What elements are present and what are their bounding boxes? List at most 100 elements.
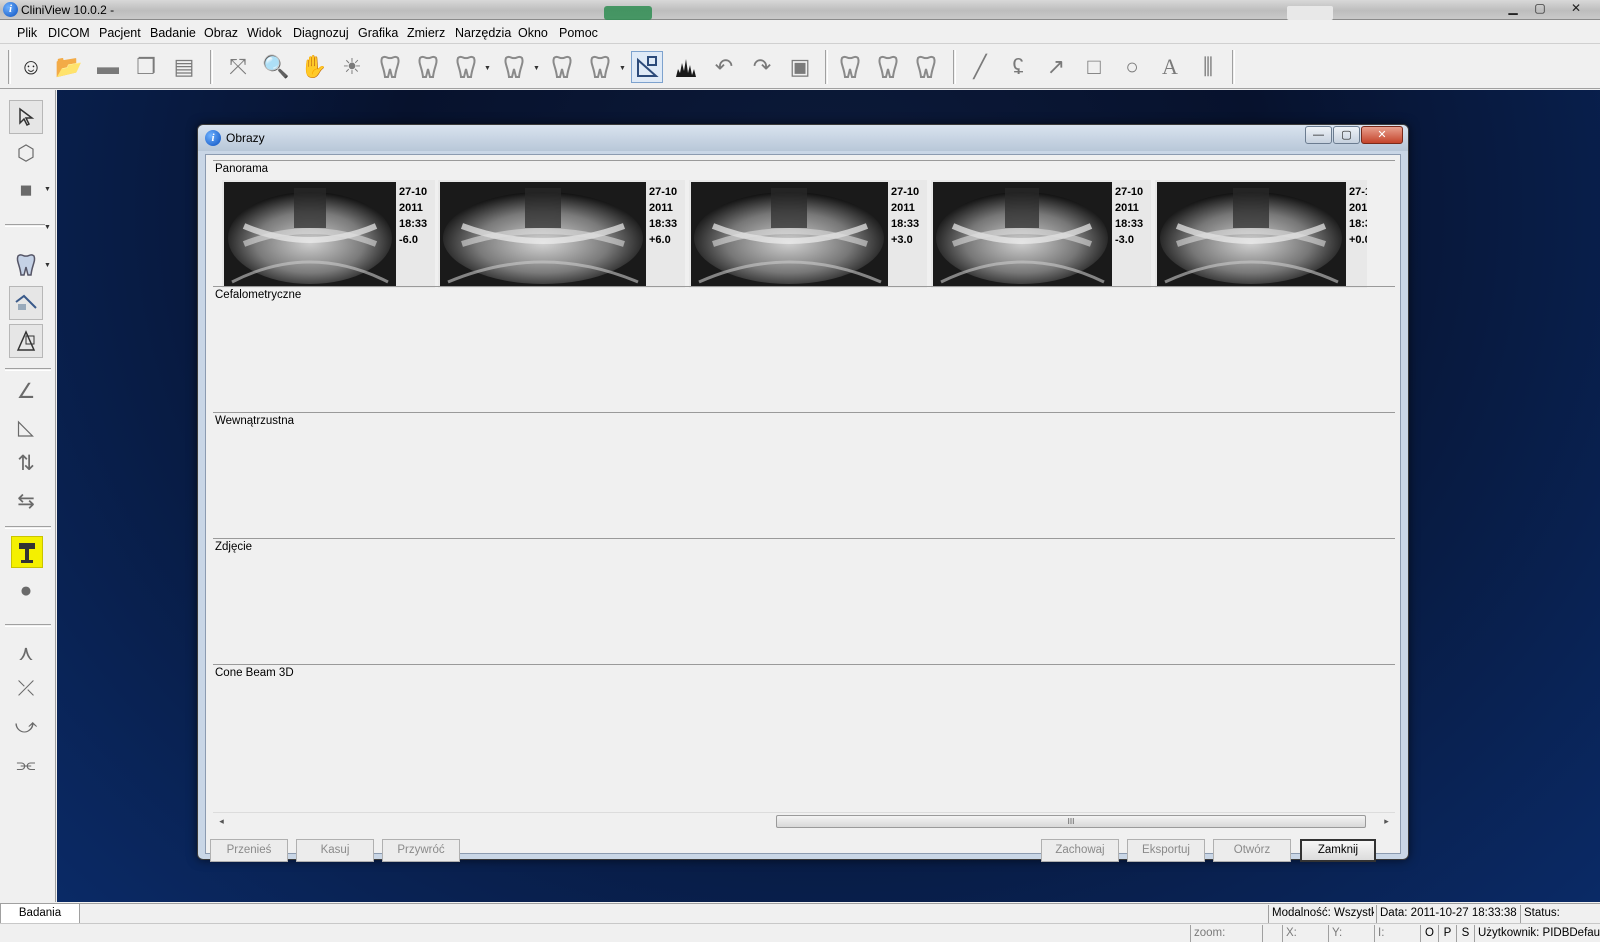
panorama-thumbnail[interactable]: 27-120118:3+0.0 xyxy=(1155,180,1367,288)
ceph-angle-icon[interactable]: ⋏ xyxy=(9,636,43,670)
menu-pomoc[interactable]: Pomoc xyxy=(559,26,598,40)
pan-hand-icon[interactable]: ✋ xyxy=(298,51,330,83)
chevron-down-icon[interactable]: ▼ xyxy=(44,262,51,269)
menu-narzedzia[interactable]: Narzędzia xyxy=(455,26,511,40)
restore-button[interactable]: Przywróć xyxy=(382,839,460,862)
ceph-ruler-icon[interactable]: ⫘ xyxy=(9,748,43,782)
minimize-button[interactable]: ▁ xyxy=(1500,0,1526,17)
measure-tool-icon[interactable] xyxy=(631,51,663,83)
ceph-line-icon[interactable]: ⤫ xyxy=(9,672,43,706)
ceph-measure-icon[interactable] xyxy=(9,324,43,358)
redo-icon[interactable]: ↷ xyxy=(746,51,778,83)
thumbnail-info: 27-10 2011 18:33 +6.0 xyxy=(649,186,678,246)
menu-badanie[interactable]: Badanie xyxy=(150,26,196,40)
close-dialog-button[interactable]: Zamknij xyxy=(1300,839,1376,862)
angle-icon[interactable]: ∠ xyxy=(9,374,43,408)
panorama-thumbnail[interactable]: 27-10 2011 18:33 -3.0 xyxy=(931,180,1151,288)
text-tool-icon[interactable]: A xyxy=(1154,51,1186,83)
menu-dicom[interactable]: DICOM xyxy=(48,26,90,40)
tooth-right-icon[interactable] xyxy=(872,51,904,83)
menu-widok[interactable]: Widok xyxy=(247,26,282,40)
chevron-down-icon[interactable]: ▼ xyxy=(533,65,540,72)
copy-icon[interactable]: ❐ xyxy=(130,51,162,83)
move-button[interactable]: Przenieś xyxy=(210,839,288,862)
region-select-icon[interactable]: ■ xyxy=(9,174,43,208)
save-button[interactable]: Zachowaj xyxy=(1041,839,1119,862)
implant-tooth-icon[interactable] xyxy=(498,51,530,83)
tooth-multi-icon[interactable] xyxy=(450,51,482,83)
horizontal-scrollbar[interactable]: ◂ III ▸ xyxy=(213,812,1395,829)
polygon-select-icon[interactable]: ⬡ xyxy=(9,136,43,170)
status-user: Użytkownik: PIDBDefaul xyxy=(1474,925,1600,942)
implant-tool-icon[interactable]: ⫼ xyxy=(1192,51,1224,83)
panel-photo[interactable]: Zdjęcie xyxy=(213,538,1395,664)
save-icon[interactable]: ▬ xyxy=(92,51,124,83)
undo-icon[interactable]: ↶ xyxy=(708,51,740,83)
symmetry-horizontal-icon[interactable]: ⇆ xyxy=(9,484,43,518)
fit-screen-icon[interactable]: ⤧ xyxy=(222,51,254,83)
ceph-curve-icon[interactable]: ⤻ xyxy=(9,710,43,744)
dialog-close-button[interactable]: ✕ xyxy=(1361,126,1403,144)
open-folder-icon[interactable]: 📂 xyxy=(53,51,85,83)
panorama-measure-icon[interactable] xyxy=(9,286,43,320)
menu-obraz[interactable]: Obraz xyxy=(204,26,238,40)
patient-icon[interactable]: ☺ xyxy=(15,51,47,83)
panel-cephalometric[interactable]: Cefalometryczne xyxy=(213,286,1395,412)
dialog-title-bar[interactable]: i Obrazy — ▢ ✕ xyxy=(198,125,1408,151)
close-button[interactable]: ✕ xyxy=(1558,0,1594,17)
scroll-left-button[interactable]: ◂ xyxy=(213,813,230,830)
maximize-button[interactable]: ▢ xyxy=(1527,0,1553,17)
menu-plik[interactable]: Plik xyxy=(17,26,37,40)
menu-pacjent[interactable]: Pacjent xyxy=(99,26,141,40)
panel-panorama[interactable]: Panorama 27-10 2011 18:33 -6.0 27-10 2011 18:… xyxy=(213,160,1395,288)
dialog-minimize-button[interactable]: — xyxy=(1305,126,1332,144)
tooth-view-icon[interactable] xyxy=(412,51,444,83)
chevron-down-icon[interactable]: ▼ xyxy=(44,186,51,193)
status-bar-secondary: zoom: X: Y: I: O P S Użytkownik: PIDBDef… xyxy=(0,923,1600,942)
menu-diagnozuj[interactable]: Diagnozuj xyxy=(293,26,349,40)
tooth-left-icon[interactable] xyxy=(834,51,866,83)
brightness-icon[interactable]: ☀ xyxy=(336,51,368,83)
scroll-right-button[interactable]: ▸ xyxy=(1378,813,1395,830)
xray-device-icon[interactable] xyxy=(11,536,43,568)
delete-button[interactable]: Kasuj xyxy=(296,839,374,862)
tooth-compare-icon[interactable] xyxy=(584,51,616,83)
chevron-down-icon[interactable]: ▼ xyxy=(619,65,626,72)
rectangle-tool-icon[interactable]: □ xyxy=(1078,51,1110,83)
status-state: Status: xyxy=(1520,905,1600,923)
arrow-tool-icon[interactable]: ↗ xyxy=(1040,51,1072,83)
stack-icon[interactable]: ▤ xyxy=(168,51,200,83)
tooth-outline-icon[interactable] xyxy=(546,51,578,83)
panel-intraoral[interactable]: Wewnątrzustna xyxy=(213,412,1395,538)
tooth-annotate-icon[interactable] xyxy=(910,51,942,83)
app-logo-icon: i xyxy=(205,130,221,146)
sphere-icon[interactable]: ● xyxy=(9,574,43,608)
ellipse-tool-icon[interactable]: ○ xyxy=(1116,51,1148,83)
histogram-icon[interactable] xyxy=(670,51,702,83)
thumbnail-info: 27-10 2011 18:33 -6.0 xyxy=(399,186,428,246)
open-button[interactable]: Otwórz xyxy=(1213,839,1291,862)
zoom-icon[interactable]: 🔍 xyxy=(260,51,292,83)
tooth-panel-icon[interactable] xyxy=(9,248,43,282)
toolbar-separator xyxy=(953,50,956,84)
freehand-tool-icon[interactable]: ʢ xyxy=(1002,51,1034,83)
panel-cone-beam-3d[interactable]: Cone Beam 3D xyxy=(213,664,1395,790)
panorama-thumbnail[interactable]: 27-10 2011 18:33 +3.0 xyxy=(689,180,927,288)
menu-grafika[interactable]: Grafika xyxy=(358,26,398,40)
scrollbar-thumb[interactable]: III xyxy=(776,815,1366,828)
panorama-thumbnail[interactable]: 27-10 2011 18:33 -6.0 xyxy=(222,180,435,288)
crop-icon[interactable]: ▣ xyxy=(784,51,816,83)
dialog-maximize-button[interactable]: ▢ xyxy=(1333,126,1360,144)
triangle-ruler-icon[interactable]: ◺ xyxy=(9,410,43,444)
pointer-icon[interactable] xyxy=(9,100,43,134)
menu-zmierz[interactable]: Zmierz xyxy=(407,26,445,40)
chevron-down-icon[interactable]: ▼ xyxy=(44,224,51,231)
panorama-thumbnail[interactable]: 27-10 2011 18:33 +6.0 xyxy=(438,180,685,288)
export-button[interactable]: Eksportuj xyxy=(1127,839,1205,862)
menu-okno[interactable]: Okno xyxy=(518,26,548,40)
tab-badania[interactable]: Badania xyxy=(0,904,80,924)
chevron-down-icon[interactable]: ▼ xyxy=(484,65,491,72)
symmetry-vertical-icon[interactable]: ⇅ xyxy=(9,446,43,480)
tooth-tool-icon[interactable] xyxy=(374,51,406,83)
line-tool-icon[interactable]: ╱ xyxy=(964,51,996,83)
